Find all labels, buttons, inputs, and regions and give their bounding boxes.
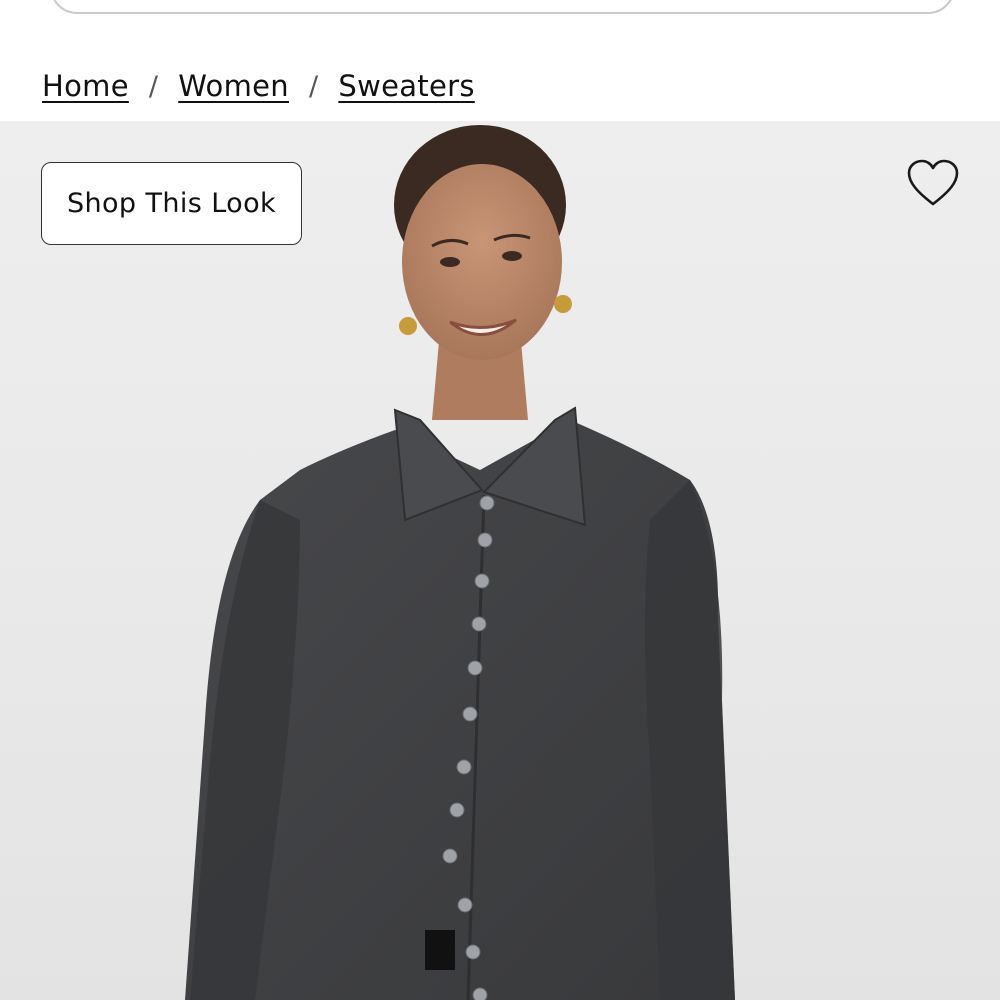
heart-icon[interactable] — [906, 158, 960, 208]
model-illustration — [185, 125, 735, 1000]
product-image[interactable] — [0, 121, 1000, 1000]
breadcrumb: Home / Women / Sweaters — [42, 64, 475, 108]
belt — [425, 930, 455, 970]
earring — [399, 317, 417, 335]
earring — [554, 295, 572, 313]
breadcrumb-women[interactable]: Women — [178, 69, 289, 103]
breadcrumb-sweaters[interactable]: Sweaters — [338, 69, 474, 103]
shop-this-look-button[interactable]: Shop This Look — [41, 162, 302, 245]
breadcrumb-separator: / — [148, 70, 159, 102]
breadcrumb-home[interactable]: Home — [42, 69, 129, 103]
eye — [440, 257, 460, 267]
breadcrumb-separator: / — [308, 70, 319, 102]
search-bar[interactable] — [50, 0, 955, 14]
eye — [502, 251, 522, 261]
product-page: Home / Women / Sweaters Shop This Look — [0, 0, 1000, 1000]
